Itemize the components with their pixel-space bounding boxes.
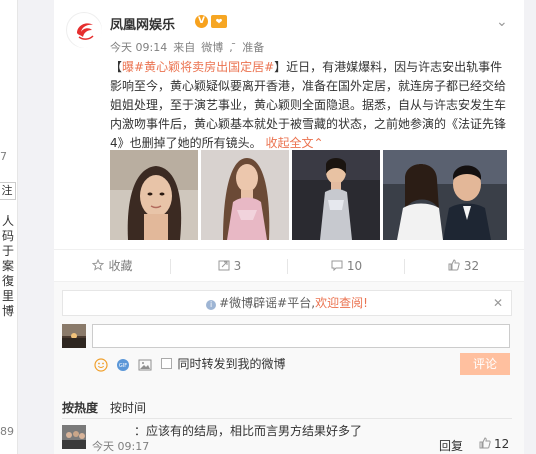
left-vertical-text: 人码于案復里博 (2, 214, 15, 318)
post-menu-chevron-down-icon[interactable]: ⌄ (496, 14, 510, 30)
left-count: 7 (0, 150, 7, 163)
collapse-text-link[interactable]: 收起全文 (265, 136, 313, 150)
group-photo-avatar-icon (62, 425, 86, 449)
divider (62, 418, 512, 419)
favorite-label: 收藏 (108, 259, 133, 273)
my-avatar (62, 324, 86, 348)
sort-by-hot-tab[interactable]: 按热度 (62, 401, 98, 415)
post-image-1[interactable] (110, 150, 198, 240)
left-column-fragment: 7 注 人码于案復里博 89 (0, 0, 18, 454)
info-icon: i (206, 300, 217, 310)
sort-by-time-tab[interactable]: 按时间 (110, 401, 146, 415)
post-text: 【曝#黄心颖将卖房出国定居#】近日，有港媒爆料，因与许志安出轨事件影响至今，黄心… (110, 58, 506, 153)
post-images (110, 150, 510, 240)
emoji-icon[interactable] (94, 357, 108, 372)
verified-badge-icon: V (195, 15, 208, 28)
commenter-avatar[interactable] (62, 425, 86, 449)
comment-count: 10 (346, 259, 363, 273)
notice-hashtag[interactable]: #微博辟谣#平台, (219, 296, 315, 310)
author-name[interactable]: 凤凰网娱乐 (110, 14, 175, 33)
repost-icon (218, 260, 230, 271)
comment-like-count: 12 (494, 437, 510, 451)
thumbs-up-icon (448, 259, 460, 271)
comment-reply-button[interactable]: 回复 (439, 437, 463, 454)
source-prefix: 来自 (173, 41, 196, 54)
bracket-open: 【 (110, 60, 123, 74)
photo-woman-gown-icon (292, 150, 380, 240)
author-avatar[interactable] (66, 12, 102, 48)
post-source[interactable]: 微博 (201, 41, 223, 54)
sunset-avatar-icon (62, 324, 86, 348)
notice-welcome-link[interactable]: 欢迎查阅! (315, 296, 368, 310)
comment-icon (331, 260, 343, 271)
like-count: 32 (463, 259, 480, 273)
post-image-2[interactable] (201, 150, 289, 240)
comment-sort: 按热度 按时间 (62, 399, 146, 416)
comment-time: 今天 09:17 (92, 440, 150, 453)
photo-woman-dress-icon (201, 150, 289, 240)
post-image-4[interactable] (383, 150, 507, 240)
gif-icon[interactable]: GIF (116, 358, 130, 372)
photo-woman-selfie-icon (110, 150, 198, 240)
comment-button[interactable]: 10 (288, 250, 405, 283)
rumor-notice-bar: i #微博辟谣#平台,欢迎查阅! ✕ (62, 290, 512, 316)
comment-tools: GIF 同时转发到我的微博 (94, 355, 286, 373)
svg-text:GIF: GIF (119, 363, 127, 369)
comment-section: i #微博辟谣#平台,欢迎查阅! ✕ GIF 同时转发到我的微博 评论 按热度 按时… (54, 282, 524, 454)
left-follow-button[interactable]: 注 (0, 182, 16, 200)
left-bottom-count: 89 (0, 425, 14, 438)
chevron-up-icon[interactable]: ⌃ (313, 136, 323, 150)
thumbs-up-icon (479, 437, 491, 449)
post-image-3[interactable] (292, 150, 380, 240)
close-icon[interactable]: ✕ (493, 291, 503, 315)
star-icon (92, 259, 105, 271)
photo-couple-icon (383, 150, 507, 240)
ifeng-logo-icon (68, 14, 102, 48)
weibo-post-card: 凤凰网娱乐 V ❤ ⌄ 今天 09:14 来自 微博 , ̄ 准备 【曝#黄心颖将卖房出… (54, 0, 524, 454)
post-hashtag-link[interactable]: 曝#黄心颖将卖房出国定居# (122, 60, 274, 74)
post-meta: 今天 09:14 来自 微博 , ̄ 准备 (110, 39, 270, 55)
repost-button[interactable]: 3 (171, 250, 288, 283)
submit-comment-button[interactable]: 评论 (460, 353, 510, 375)
source-extra: 准备 (242, 41, 265, 54)
comment-like-button[interactable]: 12 (479, 437, 509, 451)
post-action-bar: 收藏 3 10 32 (54, 249, 524, 282)
comment-input[interactable] (92, 324, 510, 348)
source-device-icon: , ̄ (229, 41, 237, 54)
repost-checkbox[interactable] (161, 358, 173, 369)
image-icon[interactable] (138, 358, 152, 372)
post-time[interactable]: 今天 09:14 (110, 41, 167, 54)
comment-text: ：应该有的结局，相比而言男方结果好多了 (134, 424, 363, 438)
like-button[interactable]: 32 (405, 250, 522, 283)
scrollbar[interactable] (530, 0, 536, 454)
vip-badge-icon: ❤ (211, 15, 227, 28)
repost-checkbox-label: 同时转发到我的微博 (177, 357, 286, 371)
repost-count: 3 (233, 259, 242, 273)
favorite-button[interactable]: 收藏 (54, 250, 171, 283)
